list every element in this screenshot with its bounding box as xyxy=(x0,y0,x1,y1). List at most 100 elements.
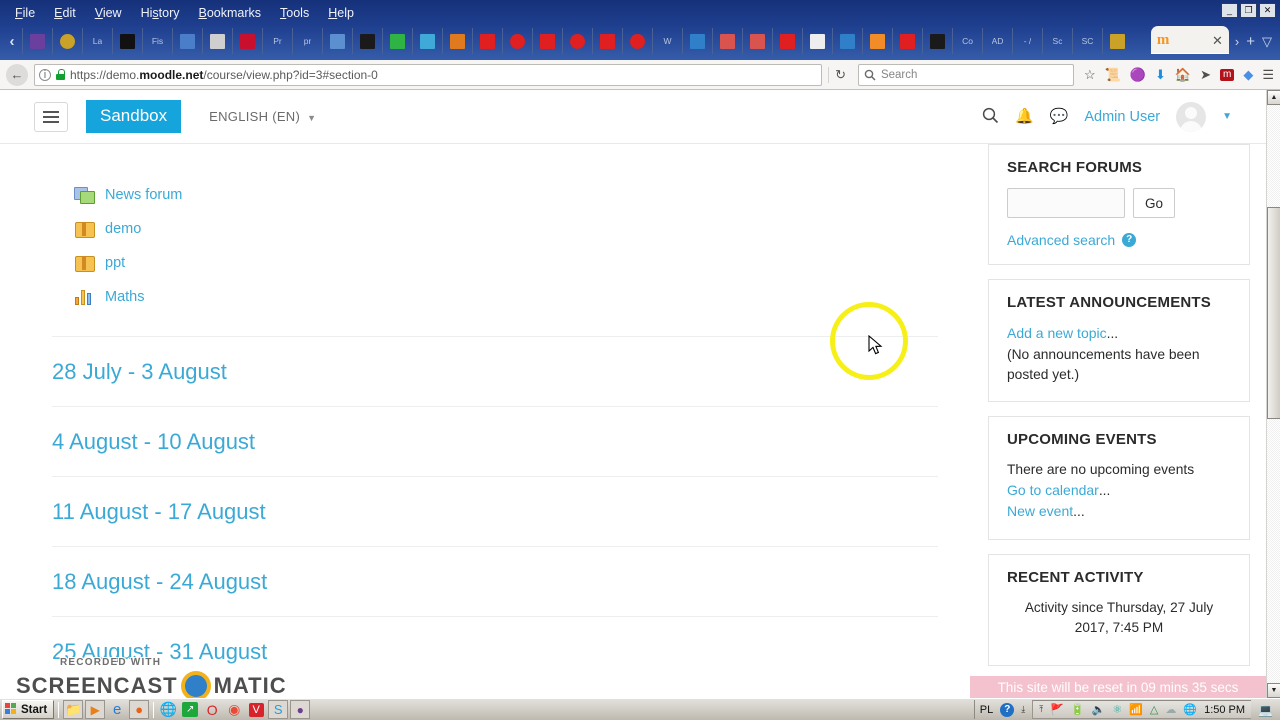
week-section[interactable]: 11 August - 17 August xyxy=(52,476,938,546)
sc-tab-2[interactable]: SC xyxy=(1072,28,1102,54)
browser-blue-icon[interactable]: 🌐 xyxy=(158,700,178,719)
avatar[interactable] xyxy=(1176,101,1207,132)
antivirus-icon[interactable]: ⚛ xyxy=(1112,703,1122,716)
tor-icon[interactable]: ● xyxy=(290,700,311,719)
m-orange-tab[interactable] xyxy=(862,28,892,54)
chat-icon[interactable]: 💬 xyxy=(1050,109,1069,124)
home-icon[interactable]: 🏠 xyxy=(1175,68,1191,81)
signal-icon[interactable]: 📶 xyxy=(1129,703,1143,716)
box-tab[interactable] xyxy=(202,28,232,54)
taskbar-clock[interactable]: 1:50 PM xyxy=(1204,704,1245,716)
activity-link[interactable]: Maths xyxy=(105,289,145,305)
pen-tab[interactable] xyxy=(1102,28,1132,54)
reload-icon[interactable]: ↻ xyxy=(828,66,852,83)
volume-icon[interactable]: 🔈 xyxy=(1092,703,1106,716)
scroll-tabs-left-button[interactable]: ‹ xyxy=(2,28,22,54)
network-blocked-icon[interactable]: 🚩 xyxy=(1050,703,1064,716)
ms-tab-2[interactable] xyxy=(742,28,772,54)
image-tab[interactable] xyxy=(172,28,202,54)
site-brand-button[interactable]: Sandbox xyxy=(86,100,182,133)
chrome-icon[interactable]: ◉ xyxy=(224,700,244,719)
diamond-extension-icon[interactable]: ◆ xyxy=(1243,68,1253,81)
browser-search-box[interactable]: Search xyxy=(857,63,1074,86)
menu-tools[interactable]: Tools xyxy=(271,3,318,23)
week-section[interactable]: 18 August - 24 August xyxy=(52,546,938,616)
youtube-tab-2[interactable] xyxy=(532,28,562,54)
activity-item[interactable]: Maths xyxy=(74,280,968,314)
youtube-tab-1[interactable] xyxy=(472,28,502,54)
sc-tab-1[interactable]: Sc xyxy=(1042,28,1072,54)
fis-tab[interactable]: Fis xyxy=(142,28,172,54)
evernote-tab[interactable] xyxy=(22,28,52,54)
vivaldi-icon[interactable]: V xyxy=(246,700,266,719)
dash-tab[interactable]: - / xyxy=(1012,28,1042,54)
new-tab-button[interactable]: + xyxy=(1246,33,1255,50)
opera-tab-1[interactable] xyxy=(502,28,532,54)
menu-bookmarks[interactable]: Bookmarks xyxy=(190,3,271,23)
week-section-title[interactable]: 18 August - 24 August xyxy=(52,569,267,595)
scroll-tabs-right-button[interactable]: › xyxy=(1235,34,1239,49)
blue-tab[interactable] xyxy=(412,28,442,54)
w-tab[interactable]: W xyxy=(652,28,682,54)
firefox-icon[interactable]: ● xyxy=(129,700,150,719)
go-button[interactable]: Go xyxy=(1133,188,1175,218)
activity-link[interactable]: ppt xyxy=(105,255,125,271)
opera-tab-3[interactable] xyxy=(622,28,652,54)
site-info-icon[interactable]: i xyxy=(39,68,51,81)
ad-tab[interactable]: AD xyxy=(982,28,1012,54)
week-section[interactable]: 25 August - 31 August xyxy=(52,616,938,686)
pocket-icon[interactable]: 🟣 xyxy=(1130,68,1146,81)
menu-icon[interactable]: ☰ xyxy=(1262,68,1274,81)
activity-link[interactable]: demo xyxy=(105,221,141,237)
cloud-tab[interactable] xyxy=(322,28,352,54)
search-input[interactable] xyxy=(1007,188,1125,218)
internet-explorer-icon[interactable]: e xyxy=(107,700,127,719)
globe-icon[interactable]: 🌐 xyxy=(1183,703,1197,716)
powerpoint-tab[interactable] xyxy=(112,28,142,54)
search-icon[interactable] xyxy=(982,107,999,127)
nav-drawer-toggle-button[interactable] xyxy=(34,101,68,132)
new-event-link[interactable]: New event xyxy=(1007,503,1073,519)
explorer-icon[interactable]: 📁 xyxy=(63,700,84,719)
p-tab[interactable] xyxy=(232,28,262,54)
overbar-tab[interactable] xyxy=(922,28,952,54)
show-desktop-icon[interactable]: 💻 xyxy=(1258,703,1273,717)
language-menu[interactable]: ENGLISH (EN) ▼ xyxy=(209,109,316,124)
youtube-tab-4[interactable] xyxy=(772,28,802,54)
activity-link[interactable]: News forum xyxy=(105,187,182,203)
ms-tab-1[interactable] xyxy=(712,28,742,54)
week-section-title[interactable]: 4 August - 10 August xyxy=(52,429,255,455)
go-to-calendar-link[interactable]: Go to calendar xyxy=(1007,482,1099,498)
week-section-title[interactable]: 25 August - 31 August xyxy=(52,639,267,665)
page-vertical-scrollbar[interactable]: ▲ ▼ xyxy=(1266,90,1280,698)
activity-item[interactable]: News forum xyxy=(74,178,968,212)
active-tab-moodle[interactable]: m ✕ xyxy=(1150,26,1229,54)
show-hidden-icon[interactable]: ⤒ xyxy=(1039,704,1043,715)
back-button-icon[interactable]: ← xyxy=(6,63,28,86)
tray-expand-icon[interactable]: ⤓ xyxy=(1021,704,1025,715)
send-icon[interactable]: ➤ xyxy=(1200,68,1211,81)
scrollbar-thumb[interactable] xyxy=(1267,207,1280,419)
star-icon[interactable]: ☆ xyxy=(1084,68,1096,81)
skype-icon[interactable]: S xyxy=(268,700,289,719)
chevron-down-icon[interactable]: ▼ xyxy=(1222,111,1232,122)
language-indicator[interactable]: PL xyxy=(980,704,993,716)
advanced-search-link[interactable]: Advanced search xyxy=(1007,232,1115,248)
menu-history[interactable]: History xyxy=(132,3,189,23)
menu-help[interactable]: Help xyxy=(319,3,363,23)
menu-edit[interactable]: Edit xyxy=(45,3,85,23)
help-icon[interactable]: ? xyxy=(1000,702,1015,717)
week-section-title[interactable]: 11 August - 17 August xyxy=(52,499,266,525)
help-icon[interactable]: ? xyxy=(1122,233,1137,247)
youtube-tab-3[interactable] xyxy=(592,28,622,54)
trello-tab[interactable] xyxy=(682,28,712,54)
add-new-topic-link[interactable]: Add a new topic xyxy=(1007,325,1107,341)
start-button[interactable]: Start xyxy=(2,700,55,719)
app-green-icon[interactable]: ↗ xyxy=(180,700,200,719)
scroll-up-button[interactable]: ▲ xyxy=(1267,90,1280,105)
ghost-tab[interactable] xyxy=(802,28,832,54)
youtube-tab-5[interactable] xyxy=(892,28,922,54)
la-tab[interactable]: La xyxy=(82,28,112,54)
restore-button[interactable]: ❐ xyxy=(1240,3,1257,18)
week-section[interactable]: 28 July - 3 August xyxy=(52,336,938,406)
